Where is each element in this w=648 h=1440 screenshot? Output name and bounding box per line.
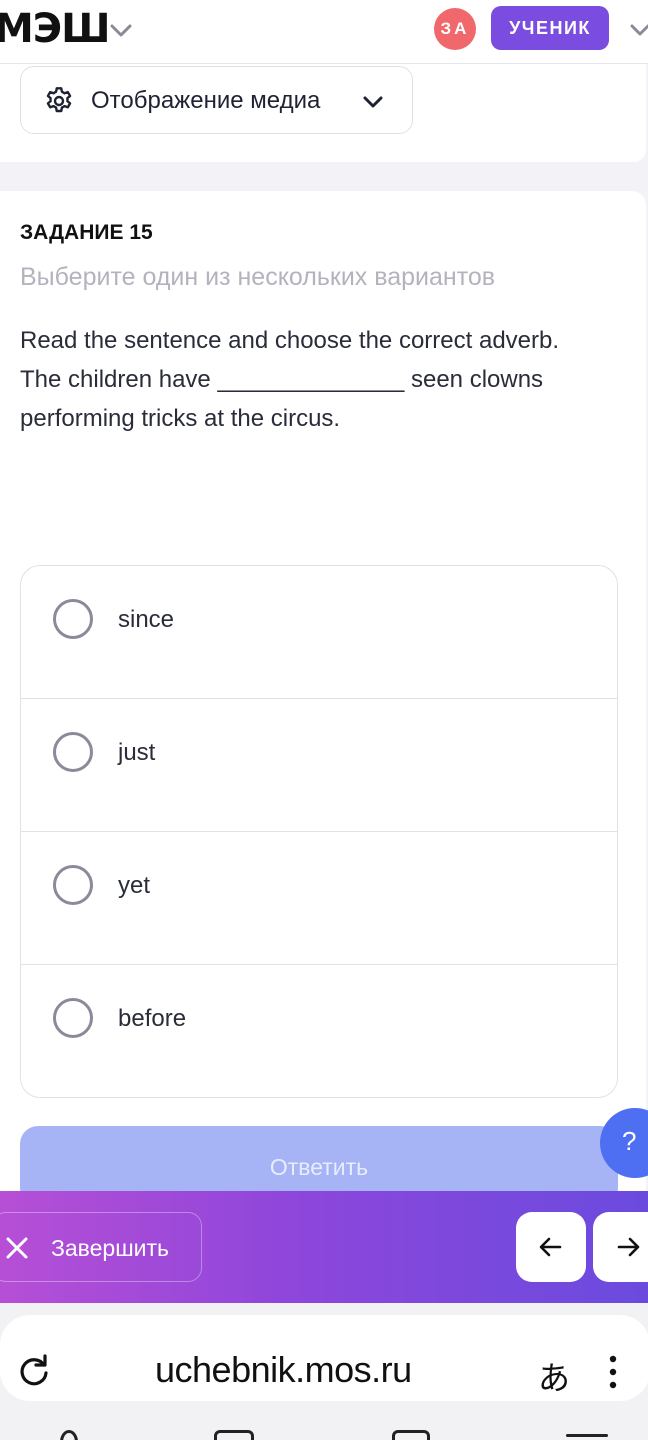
answer-option[interactable]: since	[21, 566, 617, 699]
system-navigation-bar	[0, 1420, 648, 1440]
answer-options: since just yet before	[20, 565, 618, 1098]
app-logo[interactable]: МЭШ	[0, 6, 111, 52]
answer-option-label[interactable]: yet	[118, 872, 150, 900]
chevron-down-icon[interactable]	[108, 20, 134, 40]
question-line: The children have ______________ seen cl…	[20, 366, 544, 393]
answer-option[interactable]: yet	[21, 832, 617, 965]
media-card: Отображение медиа	[0, 64, 646, 162]
profile-icon[interactable]	[60, 1430, 78, 1440]
translate-icon[interactable]: あ	[538, 1353, 570, 1399]
answer-option-label[interactable]: before	[118, 1005, 186, 1033]
more-options-icon[interactable]	[606, 1355, 620, 1389]
question-line: Read the sentence and choose the correct…	[20, 327, 560, 354]
next-task-button[interactable]	[593, 1212, 648, 1282]
chevron-down-icon[interactable]	[628, 20, 648, 40]
media-display-label: Отображение медиа	[91, 87, 321, 114]
media-display-dropdown[interactable]: Отображение медиа	[20, 66, 413, 134]
user-avatar[interactable]: ЗА	[434, 8, 476, 50]
previous-task-button[interactable]	[516, 1212, 586, 1282]
task-hint: Выберите один из нескольких вариантов	[20, 263, 496, 291]
arrow-left-icon	[539, 1237, 562, 1257]
task-title: ЗАДАНИЕ 15	[20, 221, 153, 244]
question-text: Read the sentence and choose the correct…	[20, 321, 630, 438]
address-bar[interactable]: uchebnik.mos.ru あ	[0, 1315, 648, 1401]
answer-option[interactable]: just	[21, 699, 617, 832]
tabs-icon[interactable]	[214, 1430, 254, 1440]
role-badge[interactable]: УЧЕНИК	[491, 6, 609, 50]
window-icon[interactable]	[392, 1430, 430, 1440]
task-card: ЗАДАНИЕ 15 Выберите один из нескольких в…	[0, 191, 646, 1206]
radio-button[interactable]	[53, 732, 93, 772]
answer-option[interactable]: before	[21, 965, 617, 1097]
app-header: МЭШ ЗА УЧЕНИК	[0, 0, 648, 64]
gear-icon	[46, 87, 72, 113]
finish-button[interactable]: Завершить	[0, 1212, 202, 1282]
task-action-bar: Завершить	[0, 1191, 648, 1303]
answer-option-label[interactable]: since	[118, 606, 174, 634]
reload-icon[interactable]	[16, 1353, 52, 1389]
menu-icon[interactable]	[566, 1434, 608, 1437]
chevron-down-icon	[363, 96, 383, 108]
finish-button-label: Завершить	[51, 1235, 170, 1261]
radio-button[interactable]	[53, 865, 93, 905]
close-icon	[6, 1237, 28, 1259]
radio-button[interactable]	[53, 998, 93, 1038]
question-line: performing tricks at the circus.	[20, 405, 341, 432]
radio-button[interactable]	[53, 599, 93, 639]
answer-option-label[interactable]: just	[118, 739, 155, 767]
arrow-right-icon	[617, 1237, 640, 1257]
url-text[interactable]: uchebnik.mos.ru	[155, 1349, 412, 1391]
